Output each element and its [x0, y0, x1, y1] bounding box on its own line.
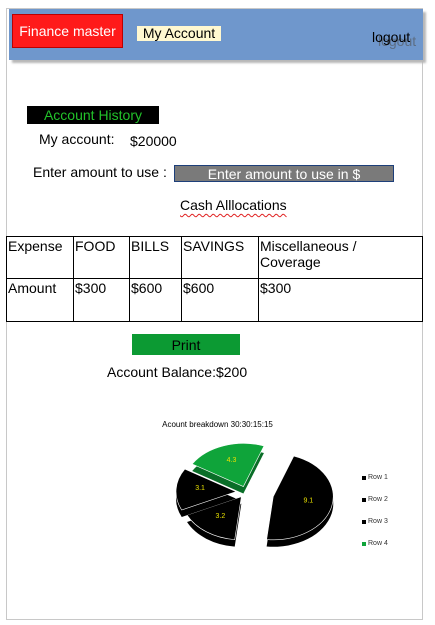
legend-item: Row 2: [362, 496, 388, 503]
row-cell-food: $300: [73, 278, 130, 322]
my-account-value: $20000: [130, 133, 177, 149]
legend-item: Row 4: [362, 540, 388, 547]
header-cell-misc: Miscellaneous / Coverage: [258, 236, 423, 279]
header-cell-food: FOOD: [73, 236, 130, 279]
row-cell-misc: $300: [258, 278, 423, 322]
pie-label-1: 9.1: [303, 498, 313, 505]
header-cell-bills: BILLS: [129, 236, 182, 279]
legend-label: Row 3: [368, 518, 388, 525]
legend-item: Row 1: [362, 474, 388, 481]
cash-allocations-heading: Cash Alllocations: [180, 197, 287, 213]
table-row: Amount $300 $600 $600 $300: [6, 278, 423, 322]
pie-label-4: 4.3: [227, 457, 237, 464]
legend-swatch: [362, 541, 366, 546]
allocation-table: Expense FOOD BILLS SAVINGS Miscellaneous…: [6, 236, 423, 322]
my-account-link[interactable]: My Account: [137, 26, 221, 41]
row-cell-bills: $600: [129, 278, 182, 322]
header-cell-expense: Expense: [6, 236, 74, 279]
print-button[interactable]: Print: [132, 334, 240, 355]
legend-label: Row 4: [368, 540, 388, 547]
row-cell-amount: Amount: [6, 278, 74, 322]
my-account-label: My account:: [39, 131, 115, 147]
legend-label: Row 1: [368, 474, 388, 481]
chart-title: Acount breakdown 30:30:15:15: [162, 420, 273, 429]
logout-link[interactable]: logout: [372, 29, 410, 45]
brand-button[interactable]: Finance master: [12, 14, 123, 48]
table-header-row: Expense FOOD BILLS SAVINGS Miscellaneous…: [6, 236, 423, 279]
header-cell-savings: SAVINGS: [181, 236, 259, 279]
legend-swatch: [362, 497, 366, 502]
legend-item: Row 3: [362, 518, 388, 525]
legend-label: Row 2: [368, 496, 388, 503]
account-balance: Account Balance:$200: [107, 364, 248, 380]
legend-swatch: [362, 519, 366, 524]
pie-slice-1: 9.1: [266, 455, 334, 547]
amount-input[interactable]: [174, 165, 394, 182]
pie-label-3: 3.1: [195, 485, 205, 492]
legend-swatch: [362, 475, 366, 480]
amount-label: Enter amount to use :: [33, 164, 167, 180]
row-cell-savings: $600: [181, 278, 259, 322]
pie-label-2: 3.2: [216, 513, 226, 520]
account-history-button[interactable]: Account History: [27, 106, 159, 124]
